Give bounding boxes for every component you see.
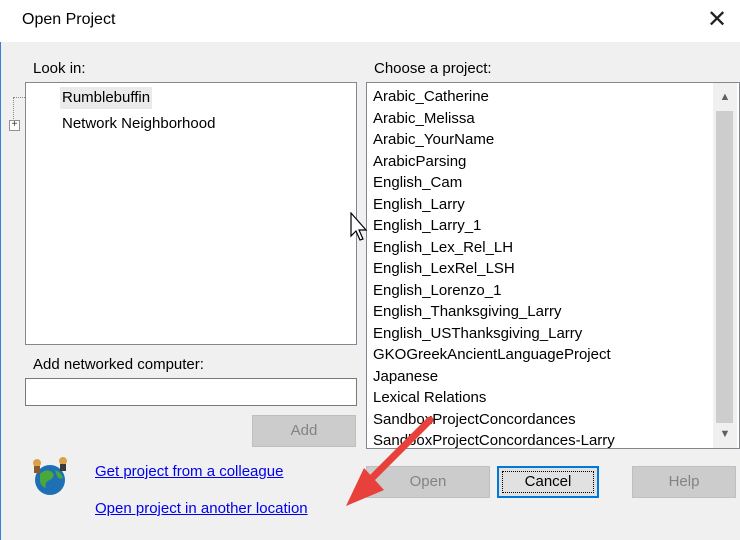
- annotation-arrow-icon: [346, 416, 434, 506]
- open-project-dialog: Open Project ✕ Look in: Rumblebuffin + N…: [0, 0, 740, 540]
